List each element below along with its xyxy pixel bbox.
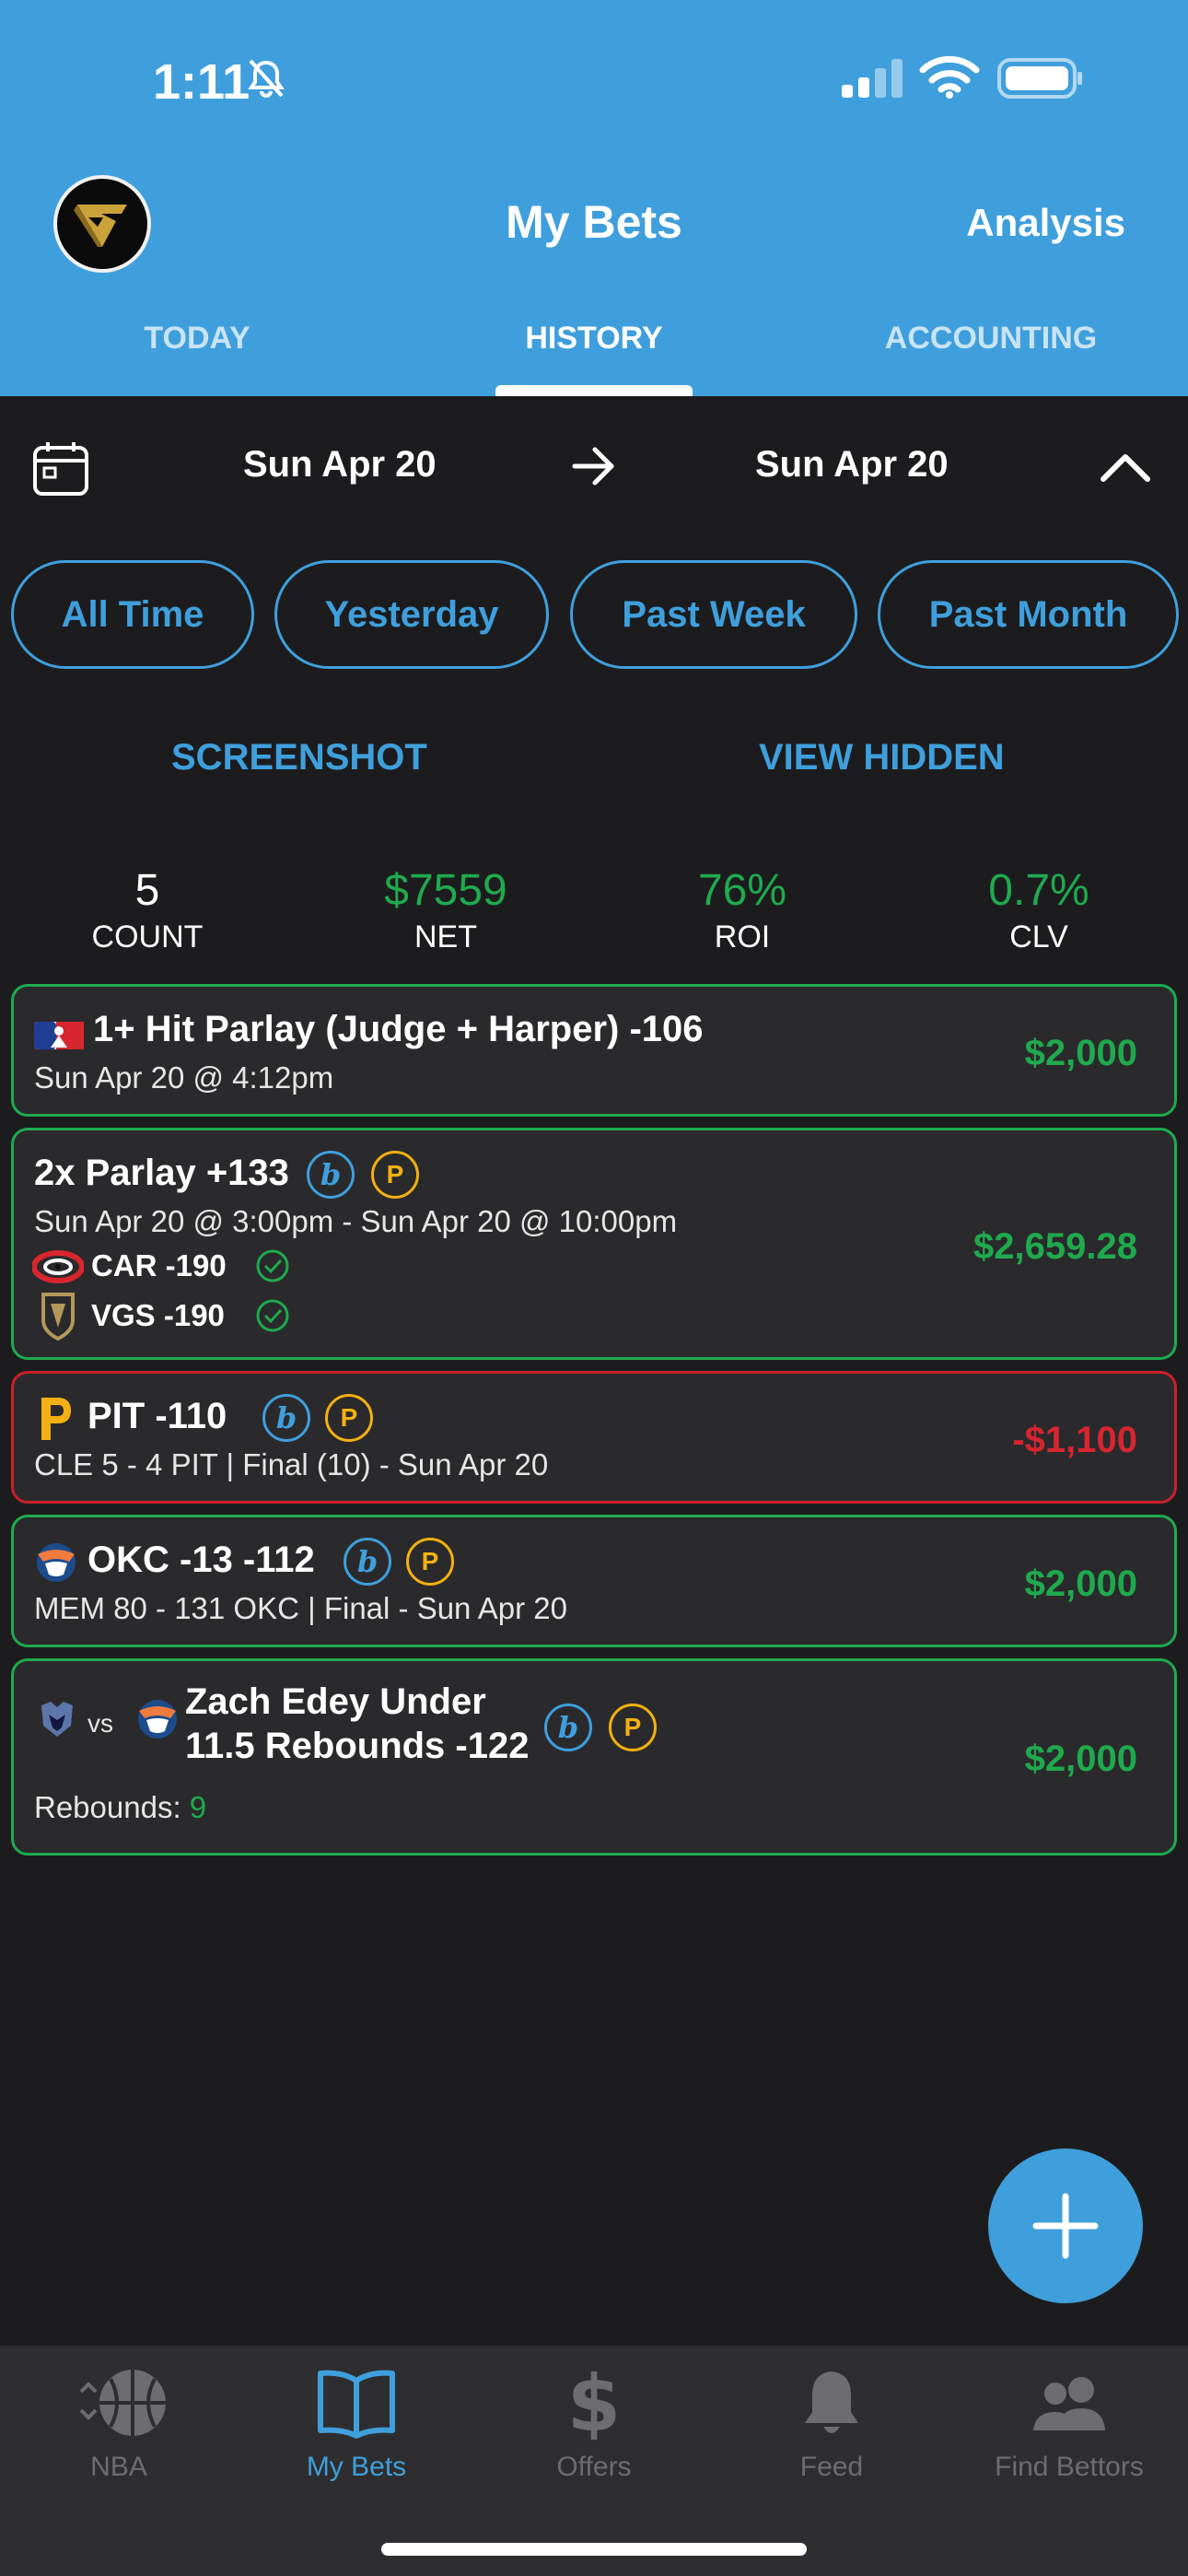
bottom-nav: NBA My Bets $ Offers Feed Find Bettors <box>0 2346 1188 2576</box>
bet-subtitle: MEM 80 - 131 OKC | Final - Sun Apr 20 <box>34 1591 567 1625</box>
parlay-leg: VGS -190 <box>91 1298 225 1332</box>
tab-history[interactable]: HISTORY <box>456 321 732 357</box>
add-bet-button[interactable] <box>988 2149 1143 2303</box>
p-badge-icon: P <box>371 1151 419 1199</box>
stat-clv: 0.7% CLV <box>919 864 1159 955</box>
filter-all-time[interactable]: All Time <box>11 560 254 669</box>
bet-amount: $2,000 <box>1024 1033 1137 1073</box>
b-badge-icon: b <box>262 1394 310 1442</box>
analysis-button[interactable]: Analysis <box>966 201 1125 245</box>
bet-title-line2: 11.5 Rebounds -122 <box>185 1726 530 1766</box>
calendar-icon[interactable] <box>31 439 90 498</box>
nav-nba[interactable]: NBA <box>0 2366 238 2483</box>
chevron-up-icon[interactable] <box>1100 450 1151 483</box>
bet-card[interactable]: PIT -110 b P CLE 5 - 4 PIT | Final (10) … <box>11 1371 1177 1504</box>
bet-card[interactable]: 1+ Hit Parlay (Judge + Harper) -106 Sun … <box>11 984 1177 1117</box>
nav-find-bettors-label: Find Bettors <box>995 2452 1144 2482</box>
bell-muted-icon <box>248 59 285 98</box>
nav-my-bets-label: My Bets <box>306 2452 407 2482</box>
b-badge-icon: b <box>544 1704 592 1751</box>
end-date[interactable]: Sun Apr 20 <box>755 444 949 486</box>
nav-feed-label: Feed <box>799 2452 864 2482</box>
bet-amount: $2,659.28 <box>973 1226 1137 1267</box>
nav-offers-label: Offers <box>556 2452 632 2482</box>
rebounds-label: Rebounds: <box>34 1790 181 1824</box>
home-indicator <box>381 2543 807 2556</box>
status-time: 1:11 <box>153 54 250 110</box>
bet-amount: $2,000 <box>1024 1563 1137 1604</box>
b-badge-icon: b <box>307 1151 355 1199</box>
start-date[interactable]: Sun Apr 20 <box>243 444 437 486</box>
grizzlies-logo-icon <box>41 1702 73 1737</box>
b-badge-icon: b <box>344 1538 391 1586</box>
check-circle-icon <box>256 1299 289 1332</box>
p-badge-icon: P <box>325 1394 373 1442</box>
p-badge-icon: P <box>406 1538 454 1586</box>
tab-today[interactable]: TODAY <box>59 321 335 357</box>
stat-roi: 76% ROI <box>623 864 862 955</box>
p-badge-icon: P <box>609 1704 657 1751</box>
nav-find-bettors[interactable]: Find Bettors <box>950 2366 1188 2483</box>
bet-amount: -$1,100 <box>1012 1420 1137 1460</box>
stat-net-value: $7559 <box>384 866 507 915</box>
bet-title: OKC -13 -112 <box>87 1540 315 1580</box>
hurricanes-logo-icon <box>32 1250 84 1283</box>
plus-icon <box>1032 2193 1099 2259</box>
bet-title-line1: Zach Edey Under <box>185 1681 486 1722</box>
wifi-icon <box>919 55 980 99</box>
tab-accounting[interactable]: ACCOUNTING <box>853 321 1129 357</box>
bet-title: 2x Parlay +133 <box>34 1153 289 1193</box>
stat-count-value: 5 <box>134 866 160 915</box>
stat-roi-value: 76% <box>697 866 787 915</box>
stat-clv-label: CLV <box>1009 919 1068 954</box>
battery-icon <box>997 58 1082 99</box>
bet-title: PIT -110 <box>87 1396 227 1436</box>
thunder-logo-icon <box>37 1543 76 1582</box>
rebounds-value: 9 <box>189 1790 207 1824</box>
nav-my-bets[interactable]: My Bets <box>238 2366 475 2483</box>
bet-title: 1+ Hit Parlay (Judge + Harper) -106 <box>93 1009 704 1049</box>
active-tab-indicator <box>495 385 693 396</box>
check-circle-icon <box>256 1249 289 1282</box>
stat-roi-label: ROI <box>714 919 771 954</box>
stat-net: $7559 NET <box>326 864 565 955</box>
pirates-logo-icon <box>41 1398 71 1440</box>
filter-past-month[interactable]: Past Month <box>878 560 1179 669</box>
screenshot-button[interactable]: SCREENSHOT <box>171 737 427 779</box>
date-range-row: Sun Apr 20 Sun Apr 20 <box>0 433 1188 507</box>
stat-count: 5 COUNT <box>28 864 267 955</box>
bet-subtitle: Sun Apr 20 @ 3:00pm - Sun Apr 20 @ 10:00… <box>34 1204 678 1238</box>
bet-card[interactable]: OKC -13 -112 b P MEM 80 - 131 OKC | Fina… <box>11 1515 1177 1647</box>
filter-yesterday[interactable]: Yesterday <box>274 560 549 669</box>
signal-icon <box>842 59 903 98</box>
dollar-icon: $ <box>567 2359 621 2449</box>
nav-nba-label: NBA <box>90 2452 147 2482</box>
people-icon <box>1033 2377 1105 2430</box>
bet-card[interactable]: vs Zach Edey Under 11.5 Rebounds -122 b … <box>11 1658 1177 1856</box>
thunder-logo-icon <box>138 1700 177 1739</box>
bet-subtitle: CLE 5 - 4 PIT | Final (10) - Sun Apr 20 <box>34 1447 549 1481</box>
mlb-logo-icon <box>34 1022 84 1049</box>
bet-card[interactable]: 2x Parlay +133 b P Sun Apr 20 @ 3:00pm -… <box>11 1128 1177 1360</box>
basketball-icon <box>79 2370 166 2436</box>
view-hidden-button[interactable]: VIEW HIDDEN <box>759 737 1005 779</box>
arrow-right-icon <box>572 447 614 486</box>
book-icon <box>318 2370 395 2439</box>
filter-past-week[interactable]: Past Week <box>570 560 857 669</box>
header: 1:11 My Bets Analysis TODAY HISTORY ACCO… <box>0 0 1188 396</box>
bell-icon <box>805 2371 858 2433</box>
nav-offers[interactable]: $ Offers <box>475 2359 713 2483</box>
nav-feed[interactable]: Feed <box>713 2366 950 2483</box>
parlay-leg: CAR -190 <box>91 1248 227 1282</box>
golden-knights-logo-icon <box>41 1293 75 1341</box>
rebounds-stat: Rebounds: 9 <box>34 1790 206 1825</box>
stat-clv-value: 0.7% <box>988 866 1089 915</box>
stat-count-label: COUNT <box>91 919 204 954</box>
svg-text:$: $ <box>567 2366 621 2440</box>
bet-subtitle: Sun Apr 20 @ 4:12pm <box>34 1060 334 1095</box>
bet-amount: $2,000 <box>1024 1739 1137 1779</box>
stat-net-label: NET <box>414 919 477 954</box>
vs-label: vs <box>87 1709 113 1738</box>
